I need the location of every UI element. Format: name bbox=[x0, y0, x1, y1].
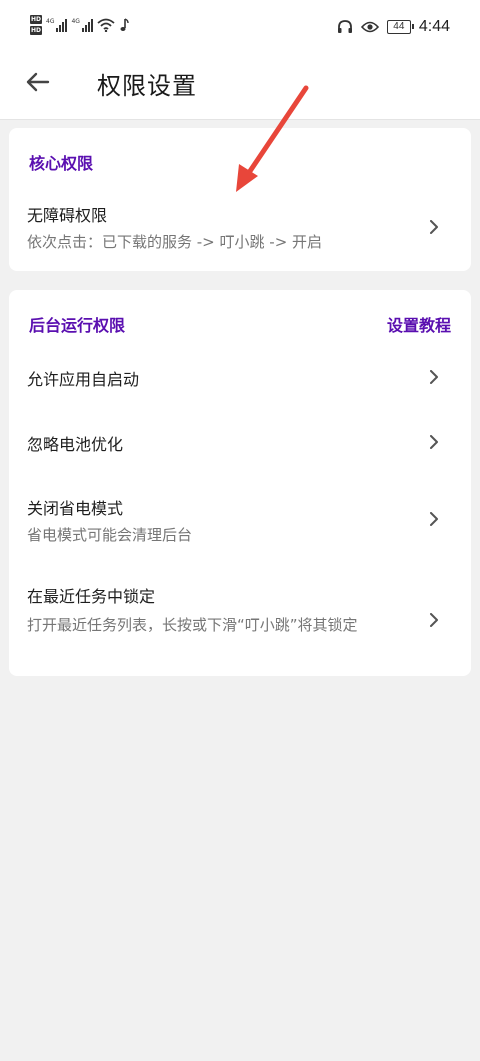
hd-badge: HD bbox=[30, 26, 43, 35]
arrow-left-icon[interactable] bbox=[24, 68, 52, 96]
battery-optimization-row[interactable]: 忽略电池优化 bbox=[9, 416, 471, 472]
chevron-right-icon bbox=[430, 613, 438, 627]
recent-tasks-lock-row[interactable]: 在最近任务中锁定 打开最近任务列表，长按或下滑“叮小跳”将其锁定 bbox=[9, 566, 471, 666]
auto-start-row[interactable]: 允许应用自启动 bbox=[9, 350, 471, 406]
signal-icon: 4G bbox=[46, 18, 68, 32]
wifi-icon bbox=[97, 18, 115, 32]
section-title: 后台运行权限 bbox=[29, 316, 126, 335]
status-bar-right: 44 4:44 bbox=[337, 18, 450, 36]
section-title: 核心权限 bbox=[29, 154, 94, 173]
chevron-right-icon bbox=[430, 370, 438, 384]
status-bar-left: HD HD 4G 4G bbox=[30, 15, 129, 35]
clock: 4:44 bbox=[418, 18, 450, 35]
status-bar: HD HD 4G 4G 44 4:44 bbox=[0, 0, 480, 56]
background-permissions-card: 后台运行权限 设置教程 允许应用自启动 忽略电池优化 关闭省电模式 省电模式可能… bbox=[9, 290, 471, 676]
eye-icon bbox=[360, 21, 379, 33]
row-title: 在最近任务中锁定 bbox=[27, 587, 156, 606]
hd-badge: HD bbox=[30, 15, 43, 24]
chevron-right-icon bbox=[430, 435, 438, 449]
row-title: 允许应用自启动 bbox=[27, 370, 140, 389]
row-subtitle: 省电模式可能会清理后台 bbox=[27, 526, 193, 544]
headphones-icon bbox=[337, 20, 352, 33]
accessibility-permission-row[interactable]: 无障碍权限 依次点击：已下载的服务 -> 叮小跳 -> 开启 bbox=[9, 188, 471, 263]
battery-icon: 44 bbox=[386, 20, 414, 34]
row-subtitle: 依次点击：已下载的服务 -> 叮小跳 -> 开启 bbox=[27, 233, 323, 251]
page-title: 权限设置 bbox=[97, 72, 197, 100]
signal-icon: 4G bbox=[71, 18, 93, 32]
chevron-right-icon bbox=[430, 512, 438, 526]
core-permissions-card: 核心权限 无障碍权限 依次点击：已下载的服务 -> 叮小跳 -> 开启 bbox=[9, 128, 471, 271]
row-subtitle: 打开最近任务列表，长按或下滑“叮小跳”将其锁定 bbox=[27, 616, 358, 634]
hd-badges: HD HD bbox=[30, 15, 43, 35]
setup-tutorial-link[interactable]: 设置教程 bbox=[387, 312, 451, 336]
app-bar: 权限设置 bbox=[0, 56, 480, 120]
chevron-right-icon bbox=[430, 220, 438, 234]
row-title: 忽略电池优化 bbox=[27, 435, 124, 454]
music-note-icon bbox=[120, 18, 129, 31]
row-title: 无障碍权限 bbox=[27, 206, 108, 225]
power-saving-row[interactable]: 关闭省电模式 省电模式可能会清理后台 bbox=[9, 480, 471, 556]
row-title: 关闭省电模式 bbox=[27, 499, 124, 518]
